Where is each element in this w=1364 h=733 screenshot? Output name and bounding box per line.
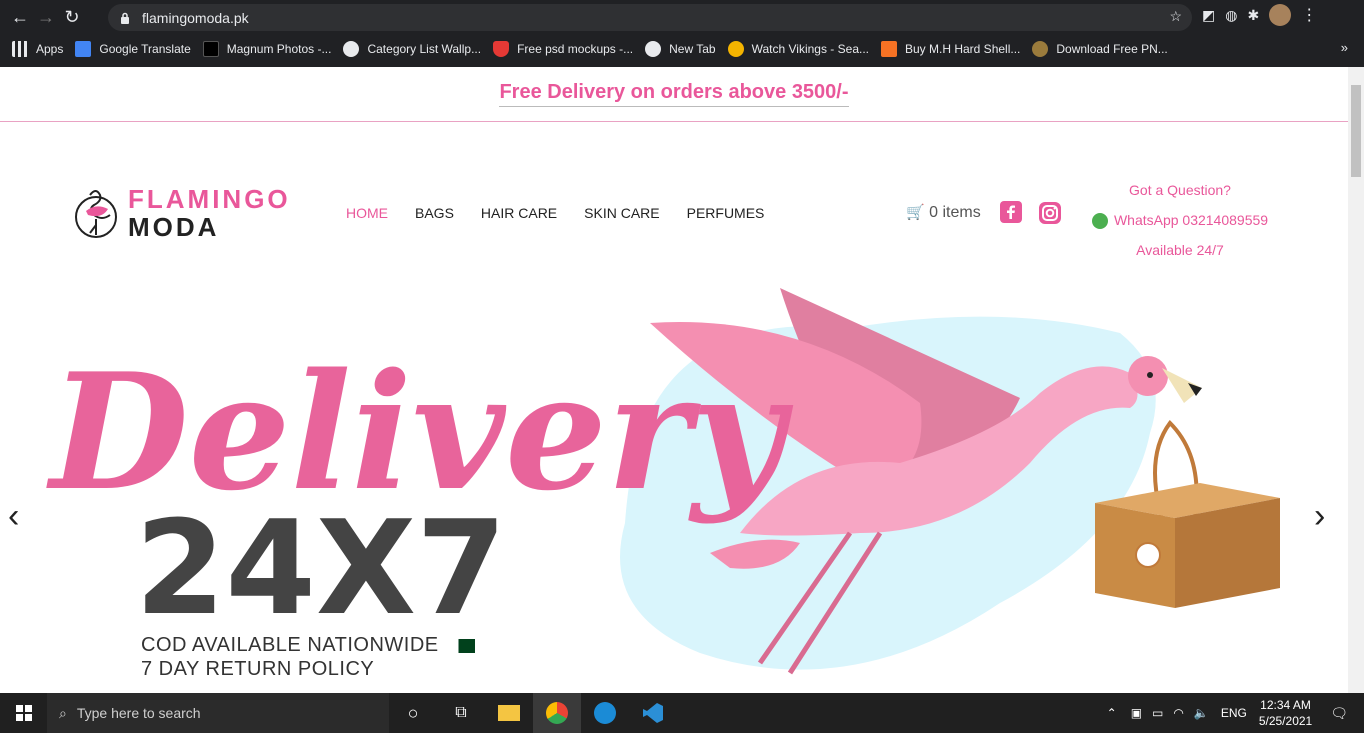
clock-time: 12:34 AM — [1260, 698, 1311, 712]
task-view-icon[interactable]: ⧉ — [437, 693, 485, 733]
scrollbar-thumb[interactable] — [1351, 85, 1361, 177]
cortana-icon[interactable]: ○ — [389, 693, 437, 733]
battery-icon[interactable]: ▭ — [1152, 706, 1163, 720]
bookmark-magnum[interactable]: Magnum Photos -... — [202, 41, 331, 57]
lock-icon — [121, 12, 129, 24]
pakistan-flag-icon — [452, 638, 475, 653]
slider-next-icon[interactable]: › — [1314, 497, 1325, 536]
strawberry-icon — [493, 41, 510, 57]
clock[interactable]: 12:34 AM 5/25/2021 — [1259, 697, 1312, 729]
nav-skin-care[interactable]: SKIN CARE — [584, 205, 659, 221]
return-policy-text: 7 DAY RETURN POLICY — [141, 658, 375, 680]
hero-subtext: COD AVAILABLE NATIONWIDE 7 DAY RETURN PO… — [141, 633, 475, 681]
nav-home[interactable]: HOME — [346, 205, 388, 221]
hero-big-text: 24X7 — [135, 492, 507, 644]
globe-extension-icon[interactable]: ◍ — [1225, 7, 1237, 24]
bookmark-vikings[interactable]: Watch Vikings - Sea... — [727, 41, 869, 57]
file-explorer-icon[interactable] — [485, 693, 533, 733]
taskbar-search[interactable]: ⌕ Type here to search — [47, 693, 389, 733]
cod-text: COD AVAILABLE NATIONWIDE — [141, 634, 439, 656]
nav-hair-care[interactable]: HAIR CARE — [481, 205, 557, 221]
wifi-icon[interactable]: ◠ — [1173, 706, 1183, 720]
bookmark-new-tab[interactable]: New Tab — [645, 41, 716, 57]
volume-icon[interactable]: 🔈 — [1194, 706, 1209, 720]
bookmark-download-png[interactable]: Download Free PN... — [1032, 41, 1168, 57]
s-icon — [727, 41, 744, 57]
bookmark-category-list[interactable]: Category List Wallp... — [343, 41, 481, 57]
system-tray: ⌃ ▣ ▭ ◠ 🔈 ENG 12:34 AM 5/25/2021 🗨 — [1107, 693, 1364, 733]
cart-link[interactable]: 🛒 0 items — [906, 203, 981, 222]
globe-icon — [343, 41, 360, 57]
edge-icon[interactable] — [581, 693, 629, 733]
question-text: Got a Question? — [1129, 182, 1231, 198]
bookmark-google-translate[interactable]: Google Translate — [75, 41, 191, 57]
more-bookmarks-icon[interactable]: » — [1341, 40, 1348, 55]
webpage: Free Delivery on orders above 3500/- FLA… — [0, 67, 1348, 693]
instagram-icon[interactable] — [1038, 201, 1062, 225]
reload-icon[interactable]: ↻ — [59, 5, 85, 31]
whatsapp-icon — [1091, 213, 1108, 230]
bookmarks-bar: Apps Google Translate Magnum Photos -...… — [0, 37, 1364, 61]
google-translate-icon — [75, 41, 92, 57]
social-links — [1000, 201, 1062, 225]
browser-chrome: ← → ↻ flamingomoda.pk ☆ ◩ ◍ ✱ ⋮ Apps Goo… — [0, 0, 1364, 67]
windows-start-icon[interactable] — [0, 693, 48, 733]
promo-banner: Free Delivery on orders above 3500/- — [0, 67, 1348, 122]
url-text[interactable]: flamingomoda.pk — [142, 10, 249, 26]
meet-icon[interactable]: ▣ — [1131, 706, 1142, 720]
nav-perfumes[interactable]: PERFUMES — [687, 205, 765, 221]
slider-prev-icon[interactable]: ‹ — [8, 497, 19, 536]
vscode-icon[interactable] — [629, 693, 677, 733]
extension-icon[interactable]: ◩ — [1202, 7, 1215, 24]
bookmark-apps[interactable]: Apps — [12, 41, 63, 57]
hero-banner: Delivery 24X7 — [46, 288, 1280, 675]
address-bar[interactable]: flamingomoda.pk ☆ — [108, 4, 1192, 31]
puzzle-icon[interactable]: ✱ — [1247, 7, 1259, 24]
nav-bags[interactable]: BAGS — [415, 205, 454, 221]
cart-count: 0 items — [929, 204, 981, 221]
windows-taskbar: ⌕ Type here to search ○ ⧉ ⌃ ▣ ▭ ◠ 🔈 ENG … — [0, 693, 1364, 733]
search-placeholder: Type here to search — [76, 705, 201, 721]
p-icon — [1032, 41, 1049, 57]
search-icon: ⌕ — [59, 704, 67, 721]
back-icon[interactable]: ← — [7, 5, 33, 31]
forward-icon[interactable]: → — [33, 5, 59, 31]
language-indicator[interactable]: ENG — [1221, 706, 1247, 720]
star-icon[interactable]: ☆ — [1169, 8, 1182, 25]
magnum-icon — [202, 41, 219, 57]
cart-icon: 🛒 — [906, 204, 925, 221]
main-nav: HOME BAGS HAIR CARE SKIN CARE PERFUMES — [346, 205, 764, 221]
notification-icon[interactable]: 🗨 — [1330, 705, 1348, 722]
chevron-up-icon[interactable]: ⌃ — [1107, 706, 1117, 720]
daraz-icon — [881, 41, 897, 57]
page-scrollbar[interactable] — [1348, 67, 1364, 693]
facebook-icon[interactable] — [1000, 201, 1022, 223]
promo-text[interactable]: Free Delivery on orders above 3500/- — [499, 81, 849, 107]
bookmark-free-psd[interactable]: Free psd mockups -... — [493, 41, 633, 57]
logo-line1: FLAMINGO — [128, 184, 291, 214]
apps-grid-icon — [12, 41, 28, 57]
avatar[interactable] — [1269, 4, 1292, 26]
whatsapp-link[interactable]: WhatsApp 03214089559 — [1085, 205, 1275, 235]
bookmark-daraz[interactable]: Buy M.H Hard Shell... — [881, 41, 1020, 57]
clock-date: 5/25/2021 — [1258, 714, 1313, 728]
chrome-icon[interactable] — [533, 693, 581, 733]
menu-icon[interactable]: ⋮ — [1301, 5, 1317, 25]
globe-icon — [645, 41, 662, 57]
